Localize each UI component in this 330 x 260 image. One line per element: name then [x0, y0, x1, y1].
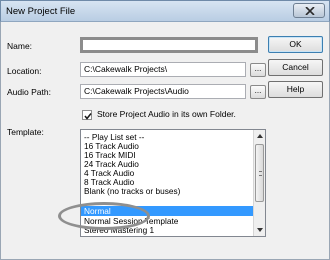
audio-path-field[interactable]: C:\Cakewalk Projects\Audio: [80, 84, 246, 99]
help-button[interactable]: Help: [268, 81, 323, 98]
name-label: Name:: [7, 41, 33, 51]
location-browse-button[interactable]: ...: [250, 63, 266, 77]
store-audio-label: Store Project Audio in its own Folder.: [97, 109, 236, 119]
template-list[interactable]: -- Play List set -- 16 Track Audio 16 Tr…: [80, 129, 266, 237]
template-label: Template:: [7, 127, 44, 137]
cancel-button[interactable]: Cancel: [268, 59, 323, 76]
ok-button[interactable]: OK: [268, 36, 323, 53]
store-audio-checkbox[interactable]: [82, 110, 92, 120]
title-bar: New Project File: [0, 0, 330, 22]
list-item-selected[interactable]: Normal: [81, 206, 253, 216]
scroll-down-arrow-icon[interactable]: [257, 228, 263, 232]
scroll-thumb[interactable]: [255, 144, 264, 202]
list-item[interactable]: Blank (no tracks or buses): [84, 186, 180, 196]
grip-icon: [259, 171, 262, 176]
window-title: New Project File: [6, 6, 76, 17]
list-item[interactable]: Stereo Mastering 1: [84, 225, 154, 235]
close-button[interactable]: [293, 3, 325, 18]
location-field[interactable]: C:\Cakewalk Projects\: [80, 62, 246, 77]
audio-path-browse-button[interactable]: ...: [250, 85, 266, 99]
location-label: Location:: [7, 66, 42, 76]
name-field[interactable]: [80, 37, 258, 53]
template-list-scrollbar[interactable]: [253, 130, 265, 236]
close-icon: [305, 7, 315, 15]
audio-path-label: Audio Path:: [7, 87, 51, 97]
scroll-up-arrow-icon[interactable]: [257, 134, 263, 138]
checkmark-icon: [84, 113, 92, 120]
